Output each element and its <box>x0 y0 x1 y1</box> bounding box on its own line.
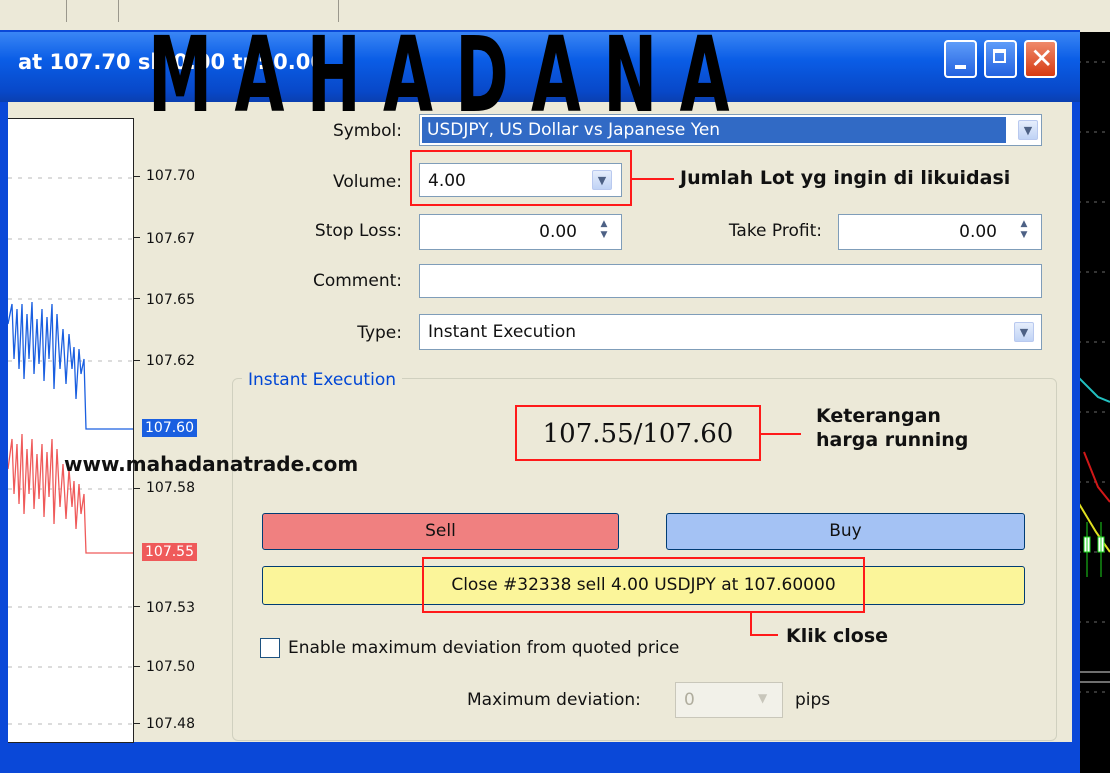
type-value: Instant Execution <box>428 322 576 342</box>
stoploss-input[interactable]: 0.00 ▲ ▼ <box>419 214 622 250</box>
chevron-down-icon[interactable]: ▼ <box>1018 120 1038 140</box>
price-label: 107.62 <box>146 353 195 369</box>
chevron-down-icon[interactable]: ▼ <box>1014 322 1034 342</box>
type-select[interactable]: Instant Execution ▼ <box>419 314 1042 350</box>
maximize-button[interactable] <box>984 40 1017 78</box>
deviation-checkbox[interactable] <box>260 638 280 658</box>
takeprofit-label: Take Profit: <box>728 221 822 241</box>
price-label: 107.70 <box>146 168 195 184</box>
close-window-button[interactable]: ✕ <box>1024 40 1057 78</box>
maximize-icon <box>993 49 1006 63</box>
price-quote: 107.55/107.60 <box>542 419 734 449</box>
max-deviation-value: 0 <box>684 690 695 710</box>
price-label: 107.48 <box>146 716 195 732</box>
ask-price-marker: 107.60 <box>142 419 197 437</box>
price-annotation: Keterangan harga running <box>816 405 969 451</box>
sell-button[interactable]: Sell <box>262 513 619 550</box>
tick-chart <box>7 118 134 743</box>
close-callout-line-h <box>750 634 778 636</box>
takeprofit-input[interactable]: 0.00 ▲ ▼ <box>838 214 1042 250</box>
price-label: 107.58 <box>146 480 195 496</box>
close-callout-line-v <box>750 613 752 635</box>
bid-price-marker: 107.55 <box>142 543 197 561</box>
takeprofit-value: 0.00 <box>959 222 997 242</box>
chevron-down-icon: ▼ <box>758 691 768 705</box>
close-icon: ✕ <box>1030 42 1054 75</box>
price-label: 107.65 <box>146 292 195 308</box>
deviation-checkbox-label: Enable maximum deviation from quoted pri… <box>288 638 680 658</box>
takeprofit-spinner[interactable]: ▲ ▼ <box>1016 219 1032 243</box>
close-annotation: Klik close <box>786 625 889 647</box>
background-chart <box>1078 32 1110 773</box>
max-deviation-unit: pips <box>795 690 831 710</box>
max-deviation-select: 0 ▼ <box>675 682 783 718</box>
buy-button[interactable]: Buy <box>666 513 1025 550</box>
minimize-icon <box>955 65 966 69</box>
type-label: Type: <box>357 323 402 343</box>
website-watermark: www.mahadanatrade.com <box>64 452 359 476</box>
close-highlight-box <box>422 557 865 613</box>
volume-callout-line <box>632 178 674 180</box>
volume-highlight-box <box>410 150 632 206</box>
instant-execution-title: Instant Execution <box>242 370 402 390</box>
stoploss-label: Stop Loss: <box>314 221 402 241</box>
price-label: 107.53 <box>146 600 195 616</box>
mahadana-watermark: MAHADANA <box>148 14 752 136</box>
stoploss-spinner[interactable]: ▲ ▼ <box>596 219 612 243</box>
volume-annotation: Jumlah Lot yg ingin di likuidasi <box>680 167 1011 189</box>
volume-label: Volume: <box>333 172 402 192</box>
comment-label: Comment: <box>312 271 402 291</box>
quote-callout-line <box>761 433 801 435</box>
max-deviation-label: Maximum deviation: <box>467 690 641 710</box>
comment-input[interactable] <box>419 264 1042 298</box>
stoploss-value: 0.00 <box>539 222 577 242</box>
minimize-button[interactable] <box>944 40 977 78</box>
ask-line <box>7 301 133 430</box>
price-label: 107.67 <box>146 231 195 247</box>
tick-chart-plot <box>7 177 133 725</box>
price-label: 107.50 <box>146 659 195 675</box>
